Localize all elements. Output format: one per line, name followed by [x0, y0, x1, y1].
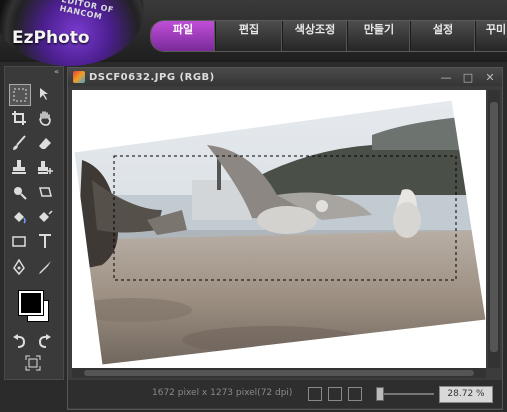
move-icon[interactable]	[35, 84, 55, 104]
toolbox-panel: «	[4, 66, 64, 380]
menu-create[interactable]: 만들기	[348, 21, 411, 51]
menu-file[interactable]: 파일	[151, 21, 216, 51]
foreground-color-swatch[interactable]	[19, 291, 43, 315]
hand-icon[interactable]	[35, 108, 55, 128]
zoom-slider[interactable]	[376, 393, 434, 395]
eyedropper-icon[interactable]	[35, 257, 55, 277]
eraser-icon[interactable]	[35, 133, 55, 153]
fill-bucket-alt-icon[interactable]	[35, 207, 55, 227]
fill-bucket-icon[interactable]	[9, 207, 29, 227]
document-window: DSCF0632.JPG (RGB) — □ ✕ 1672 pixel x 12…	[67, 67, 503, 410]
brush-icon[interactable]	[9, 133, 29, 153]
stamp-icon[interactable]	[9, 157, 29, 177]
rect-select-icon[interactable]	[9, 84, 31, 106]
document-icon	[73, 71, 85, 83]
top-bar: EDITOR OF HANCOM EzPhoto 파일 편집 색상조정 만들기 …	[0, 0, 507, 66]
undo-icon[interactable]	[9, 331, 29, 351]
lasso-icon[interactable]	[35, 182, 55, 202]
toolbox-collapse-button[interactable]: «	[5, 67, 63, 77]
minimize-icon[interactable]: —	[440, 71, 452, 84]
menu-color-adjust[interactable]: 색상조정	[283, 21, 348, 51]
redo-icon[interactable]	[35, 331, 55, 351]
horizontal-scrollbar[interactable]	[72, 368, 486, 378]
photo-seagulls	[73, 99, 486, 366]
status-bar: 1672 pixel x 1273 pixel(72 dpi) 28.72 %	[68, 380, 502, 408]
vertical-scrollbar[interactable]	[488, 90, 500, 368]
crop-icon[interactable]	[9, 108, 29, 128]
fit-page-button[interactable]	[328, 387, 342, 401]
smudge-icon[interactable]	[9, 182, 29, 202]
zoom-slider-handle[interactable]	[376, 387, 384, 401]
text-icon[interactable]	[35, 231, 55, 251]
document-title-bar: DSCF0632.JPG (RGB)	[68, 68, 502, 86]
menu-decorate[interactable]: 꾸미	[476, 21, 507, 51]
app-logo: EzPhoto	[12, 28, 90, 48]
menu-settings[interactable]: 설정	[411, 21, 476, 51]
stamp-plus-icon[interactable]	[35, 157, 55, 177]
pen-icon[interactable]	[9, 257, 29, 277]
main-menu: 파일 편집 색상조정 만들기 설정 꾸미	[150, 20, 507, 52]
zoom-input[interactable]: 28.72 %	[439, 386, 493, 403]
close-icon[interactable]: ✕	[484, 71, 496, 84]
actual-size-button[interactable]	[308, 387, 322, 401]
document-title: DSCF0632.JPG (RGB)	[89, 71, 215, 83]
menu-edit[interactable]: 편집	[216, 21, 283, 51]
full-view-button[interactable]	[348, 387, 362, 401]
image-size-info: 1672 pixel x 1273 pixel(72 dpi)	[152, 388, 293, 398]
window-buttons: — □ ✕	[440, 71, 496, 84]
fit-screen-icon[interactable]	[23, 353, 43, 373]
image-canvas[interactable]	[72, 90, 486, 368]
rectangle-shape-icon[interactable]	[9, 231, 29, 251]
maximize-icon[interactable]: □	[462, 71, 474, 84]
